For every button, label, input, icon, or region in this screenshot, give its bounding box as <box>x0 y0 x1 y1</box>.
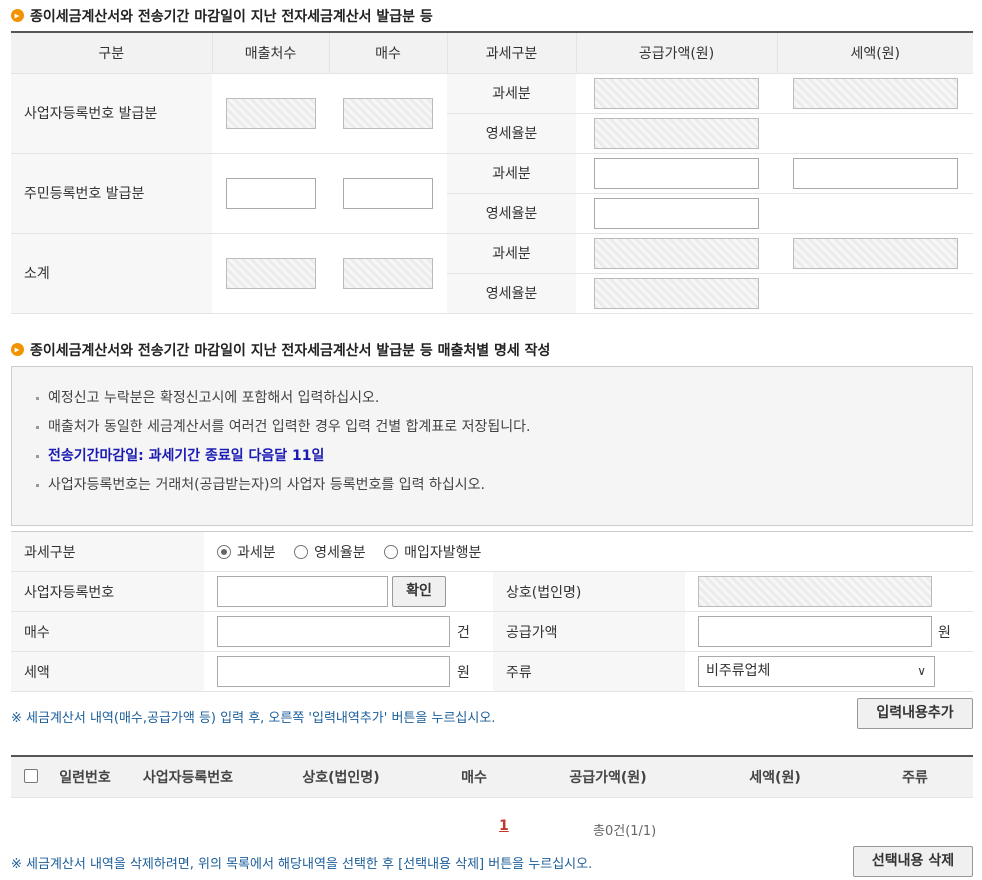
count-unit: 건 <box>457 624 470 641</box>
count-input[interactable] <box>217 616 450 647</box>
col-header-category: 구분 <box>11 32 213 74</box>
supply-resident-taxable-input[interactable] <box>594 157 759 189</box>
radio-selected-icon[interactable] <box>217 544 231 559</box>
row-label-bizno-issued: 사업자등록번호 발급분 <box>11 73 212 154</box>
col-header-supply-amount: 공급가액(원) <box>523 756 693 798</box>
section1-title: 종이세금계산서와 전송기간 마감일이 지난 전자세금계산서 발급분 등 <box>11 6 433 26</box>
sub-label-zero-rate: 영세율분 <box>447 273 576 314</box>
section2-title: 종이세금계산서와 전송기간 마감일이 지난 전자세금계산서 발급분 등 매출처별… <box>11 340 550 360</box>
supply-resident-zero-input[interactable] <box>594 197 759 229</box>
supply-bizno-zero-field <box>594 117 759 149</box>
tax-unit: 원 <box>457 664 470 681</box>
bullet-icon <box>11 343 24 356</box>
radio-zero-rate-label: 영세율분 <box>314 544 366 561</box>
tax-input[interactable] <box>217 656 450 687</box>
count-label: 매수 <box>11 611 204 652</box>
tax-type-label: 과세구분 <box>11 531 204 572</box>
customer-count-bizno-field <box>225 97 316 129</box>
entry-form: 과세구분 과세분 영세율분 매입자발행분 사업자등록번호 확인 상호(법인명) … <box>11 531 973 692</box>
instruction-item: 사업자등록번호는 거래처(공급받는자)의 사업자 등록번호를 입력 하십시오. <box>36 474 972 503</box>
radio-buyer-issued-label: 매입자발행분 <box>404 544 482 561</box>
radio-icon[interactable] <box>384 544 399 559</box>
instruction-item: 예정신고 누락분은 확정신고시에 포함해서 입력하십시오. <box>36 387 972 416</box>
customer-count-resident-input[interactable] <box>225 177 316 209</box>
confirm-button[interactable]: 확인 <box>392 576 446 607</box>
liquor-select[interactable]: 비주류업체 ∨ <box>698 656 935 687</box>
col-header-count: 매수 <box>425 756 523 798</box>
radio-buyer-issued[interactable]: 매입자발행분 <box>384 544 482 561</box>
liquor-select-value: 비주류업체 <box>706 663 771 679</box>
supply-subtotal-zero-field <box>594 277 759 309</box>
sub-label-taxable: 과세분 <box>447 73 576 114</box>
tax-label: 세액 <box>11 651 204 692</box>
col-header-company: 상호(법인명) <box>257 756 425 798</box>
select-all-checkbox[interactable] <box>24 768 38 783</box>
radio-icon[interactable] <box>294 544 309 559</box>
col-header-tax-type: 과세구분 <box>447 32 577 74</box>
radio-zero-rate[interactable]: 영세율분 <box>294 544 366 561</box>
supply-unit: 원 <box>938 624 951 641</box>
bizno-input[interactable] <box>217 576 388 607</box>
supply-input[interactable] <box>698 616 932 647</box>
count-resident-input[interactable] <box>343 177 433 209</box>
radio-taxable-label: 과세분 <box>237 544 276 561</box>
count-subtotal-field <box>343 257 433 289</box>
tax-resident-taxable-input[interactable] <box>792 157 958 189</box>
bizno-label: 사업자등록번호 <box>11 571 204 612</box>
entries-header-row: 일련번호 사업자등록번호 상호(법인명) 매수 공급가액(원) 세액(원) 주류 <box>11 756 973 798</box>
col-header-serial: 일련번호 <box>51 756 119 798</box>
add-note: ※ 세금계산서 내역(매수,공급가액 등) 입력 후, 오른쪽 '입력내역추가'… <box>11 711 496 726</box>
col-header-bizno: 사업자등록번호 <box>119 756 257 798</box>
summary-table: 구분 매출처수 매수 과세구분 공급가액(원) 세액(원) 사업자등록번호 발급… <box>11 31 973 314</box>
count-bizno-field <box>343 97 433 129</box>
total-count: 총0건(1/1) <box>593 824 657 839</box>
summary-header-row: 구분 매출처수 매수 과세구분 공급가액(원) 세액(원) <box>11 32 973 74</box>
delete-note: ※ 세금계산서 내역을 삭제하려면, 위의 목록에서 해당내역을 선택한 후 [… <box>11 857 593 872</box>
bullet-icon <box>11 9 24 22</box>
supply-bizno-taxable-field <box>594 77 759 109</box>
section1-title-text: 종이세금계산서와 전송기간 마감일이 지난 전자세금계산서 발급분 등 <box>30 9 433 25</box>
tax-subtotal-taxable-field <box>792 237 958 269</box>
delete-selected-button[interactable]: 선택내용 삭제 <box>853 846 973 877</box>
col-header-tax-amount: 세액(원) <box>777 32 973 74</box>
add-entry-button[interactable]: 입력내용추가 <box>857 698 973 729</box>
col-header-supply-amount: 공급가액(원) <box>576 32 778 74</box>
col-header-customer-count: 매출처수 <box>212 32 330 74</box>
section2-title-text: 종이세금계산서와 전송기간 마감일이 지난 전자세금계산서 발급분 등 매출처별… <box>30 343 551 359</box>
sub-label-zero-rate: 영세율분 <box>447 193 576 234</box>
col-header-count: 매수 <box>329 32 448 74</box>
radio-taxable[interactable]: 과세분 <box>217 544 276 561</box>
instruction-deadline: 전송기간마감일: 과세기간 종료일 다음달 11일 <box>36 445 972 474</box>
tax-bizno-taxable-field <box>792 77 958 109</box>
page-link-current[interactable]: 1 <box>499 818 509 834</box>
supply-subtotal-taxable-field <box>594 237 759 269</box>
row-label-subtotal: 소계 <box>11 233 212 314</box>
sub-label-taxable: 과세분 <box>447 153 576 194</box>
sub-label-taxable: 과세분 <box>447 233 576 274</box>
col-header-tax-amount: 세액(원) <box>693 756 857 798</box>
customer-count-subtotal-field <box>225 257 316 289</box>
chevron-down-icon: ∨ <box>917 664 926 678</box>
sub-label-zero-rate: 영세율분 <box>447 113 576 154</box>
liquor-label: 주류 <box>493 651 685 692</box>
company-field <box>698 576 932 607</box>
instruction-item: 매출처가 동일한 세금계산서를 여러건 입력한 경우 입력 건별 합계표로 저장… <box>36 416 972 445</box>
col-header-liquor: 주류 <box>857 756 973 798</box>
supply-label: 공급가액 <box>493 611 685 652</box>
company-label: 상호(법인명) <box>493 571 685 612</box>
instructions-box: 예정신고 누락분은 확정신고시에 포함해서 입력하십시오. 매출처가 동일한 세… <box>11 366 973 526</box>
entries-table: 일련번호 사업자등록번호 상호(법인명) 매수 공급가액(원) 세액(원) 주류 <box>11 755 973 798</box>
row-label-resident-issued: 주민등록번호 발급분 <box>11 153 212 234</box>
